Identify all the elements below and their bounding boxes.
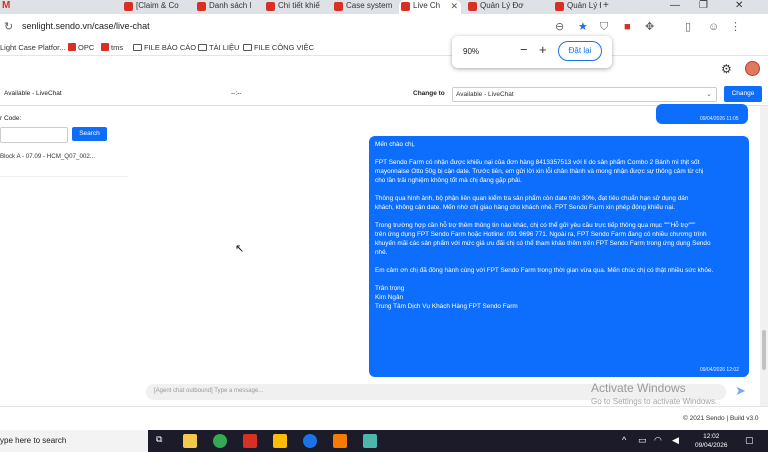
bookmark-favicon-icon (101, 43, 109, 51)
chat-header: Available - LiveChat --:-- Change to Ava… (0, 82, 768, 106)
tab-7[interactable]: Quản Lý Đơ (553, 0, 601, 14)
extension-icon[interactable]: ■ (624, 21, 631, 33)
tab-favicon-icon (124, 2, 133, 11)
app-icon[interactable] (333, 434, 347, 448)
chevron-down-icon: ⌄ (706, 91, 712, 98)
gear-icon[interactable]: ⚙ (721, 62, 732, 76)
tab-favicon-icon (334, 2, 343, 11)
search-button[interactable]: Search (72, 127, 107, 141)
chrome-icon[interactable] (213, 434, 227, 448)
tray-arrow-icon[interactable]: ^ (622, 435, 626, 445)
bookmark-file-cong-viec[interactable]: FILE CÔNG VIỆC (243, 43, 314, 52)
order-code-label: r Code: (0, 115, 22, 122)
app-icon-2[interactable] (363, 434, 377, 448)
close-tab-icon[interactable]: ✕ (450, 0, 458, 12)
tab-live-chat[interactable]: Live Ch ✕ (399, 0, 461, 14)
activate-windows-title: Activate Windows (591, 381, 686, 395)
change-to-label: Change to (413, 90, 445, 97)
notification-icon[interactable]: ▢ (745, 435, 754, 446)
zalo-icon[interactable] (303, 434, 317, 448)
zoom-level: 90% (463, 47, 480, 56)
agent-status: Available - LiveChat (4, 90, 62, 97)
extensions-puzzle-icon[interactable]: ✥ (645, 21, 654, 33)
close-window-icon[interactable]: ✕ (735, 0, 743, 12)
sidebar-icon[interactable]: ▯ (685, 21, 691, 33)
send-icon[interactable]: ➤ (735, 383, 746, 399)
tab-3[interactable]: Chi tiết khiế (264, 0, 326, 14)
bookmark-tai-lieu[interactable]: TÀI LIỆU (198, 43, 239, 52)
tab-favicon-icon (401, 2, 410, 11)
profile-icon[interactable]: ☺ (708, 21, 719, 33)
tab-favicon-icon (197, 2, 206, 11)
task-view-icon[interactable]: ⧉ (156, 434, 162, 445)
bookmarks-bar: Light Case Platfor... OPC tms FILE BÁO C… (0, 42, 768, 56)
wps-icon[interactable] (243, 434, 257, 448)
restore-icon[interactable]: ❐ (699, 0, 708, 12)
tab-1[interactable]: [Claim & Co (122, 0, 190, 14)
zoom-in-button[interactable]: + (539, 43, 547, 57)
left-panel: r Code: Search Block A - 07.09 - HCM_Q07… (0, 106, 128, 406)
divider (0, 176, 128, 177)
browser-tab-strip: M [Claim & Co Danh sách l Chi tiết khiế … (0, 0, 768, 14)
wifi-icon[interactable]: ◠ (654, 435, 662, 446)
avatar[interactable] (745, 61, 760, 76)
url-field[interactable]: senlight.sendo.vn/case/live-chat (22, 21, 150, 31)
activate-windows-subtitle: Go to Settings to activate Windows. (591, 397, 718, 406)
bookmark-light-case[interactable]: Light Case Platfor... (0, 43, 65, 52)
new-tab-icon[interactable]: + (603, 0, 609, 12)
bookmark-file-bao-cao[interactable]: FILE BÁO CÁO (133, 43, 196, 52)
scrollbar-thumb[interactable] (762, 330, 766, 370)
bookmark-favicon-icon (68, 43, 76, 51)
app-header: ⚙ (0, 56, 768, 82)
conversation-item[interactable]: Block A - 07.09 - HCM_Q07_002... (0, 153, 95, 160)
tab-4[interactable]: Case system (332, 0, 392, 14)
order-code-input[interactable] (0, 127, 68, 143)
message-timestamp: 09/04/2026 12:02 (700, 367, 739, 373)
taskbar-clock[interactable]: 12:02 09/04/2026 (695, 432, 728, 450)
bookmark-opc[interactable]: OPC (68, 43, 94, 52)
timer: --:-- (231, 90, 242, 97)
previous-message-bubble: 09/04/2026 11:05 (656, 104, 748, 124)
bookmark-tms[interactable]: tms (101, 43, 123, 52)
tab-favicon-icon (468, 2, 477, 11)
tab-favicon-icon (266, 2, 275, 11)
change-button[interactable]: Change (724, 86, 762, 102)
address-bar: ↻ senlight.sendo.vn/case/live-chat ⊖ ★ ⛉… (0, 14, 768, 42)
tab-6[interactable]: Quản Lý Đơ (466, 0, 528, 14)
zoom-reset-button[interactable]: Đặt lại (558, 41, 602, 61)
message-text: Mến chào chị, FPT Sendo Farm có nhận đượ… (375, 141, 714, 310)
tab-2[interactable]: Danh sách l (195, 0, 257, 14)
zoom-out-button[interactable]: − (520, 43, 528, 57)
file-explorer-icon[interactable] (183, 434, 197, 448)
minimize-icon[interactable]: — (670, 0, 680, 12)
folder-icon (243, 44, 252, 51)
settings-menu-icon[interactable]: ⋮ (730, 21, 741, 33)
status-select[interactable]: Available - LiveChat ⌄ (452, 87, 717, 102)
sticky-notes-icon[interactable] (273, 434, 287, 448)
message-timestamp: 09/04/2026 11:05 (700, 116, 739, 122)
taskbar-search[interactable]: ype here to search (0, 430, 148, 452)
zoom-icon[interactable]: ⊖ (555, 21, 564, 33)
page-footer: © 2021 Sendo | Build v3.0 (0, 406, 768, 430)
zoom-popup: 90% − + Đặt lại (452, 36, 612, 68)
network-icon[interactable]: ▭ (638, 435, 647, 446)
bookmark-star-icon[interactable]: ★ (578, 21, 588, 33)
folder-icon (198, 44, 207, 51)
volume-icon[interactable]: ◀ (672, 435, 679, 446)
folder-icon (133, 44, 142, 51)
mouse-cursor-icon: ↖ (235, 243, 245, 255)
reload-icon[interactable]: ↻ (4, 21, 13, 33)
shield-icon[interactable]: ⛉ (600, 21, 608, 33)
tab-favicon-icon (555, 2, 564, 11)
footer-text: © 2021 Sendo | Build v3.0 (683, 415, 759, 422)
windows-taskbar: ype here to search ⧉ ^ ▭ ◠ ◀ 12:02 09/04… (0, 430, 768, 452)
